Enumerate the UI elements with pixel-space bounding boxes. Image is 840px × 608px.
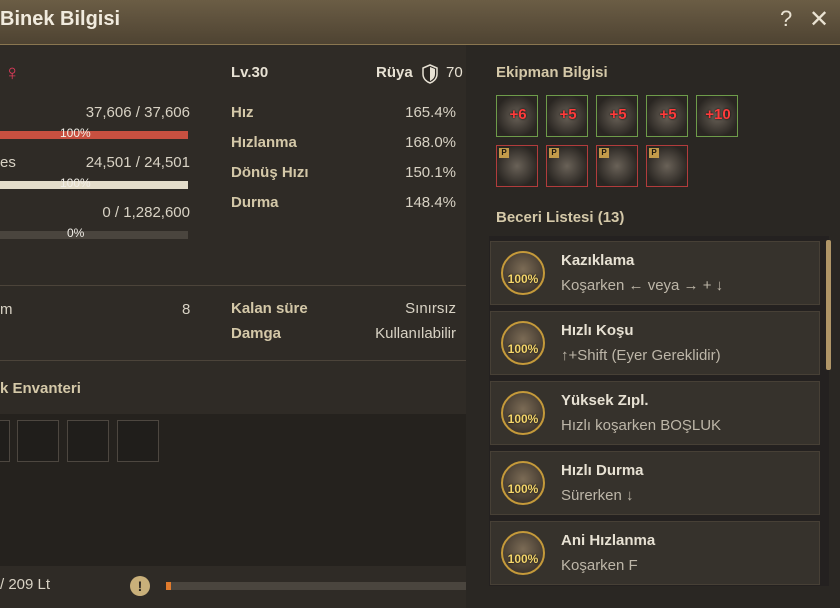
equip-slot-outfit-stirrups[interactable]: P: [596, 145, 638, 187]
ruya-value: 70: [446, 64, 463, 81]
skill-desc: Koşarken ← veya → + ↓: [561, 277, 724, 294]
brand-value: Kullanılabilir: [375, 325, 456, 342]
equip-slot-champron[interactable]: +5: [646, 95, 688, 137]
skill-name: Kazıklama: [561, 252, 635, 269]
skills-title: Beceri Listesi (13): [496, 209, 625, 226]
equip-slot-outfit-champron[interactable]: P: [646, 145, 688, 187]
divider: [0, 285, 466, 286]
skill-mastery: 100%: [507, 272, 539, 286]
equip-slot-outfit-barding[interactable]: P: [496, 145, 538, 187]
skill-mastery: 100%: [507, 552, 539, 566]
weight-bar: [166, 582, 466, 590]
pearl-badge: P: [499, 148, 509, 158]
stat-brake-label: Durma: [231, 194, 279, 211]
enhance-level: +5: [559, 106, 577, 123]
skill-name: Hızlı Koşu: [561, 322, 634, 339]
inventory-title: k Envanteri: [0, 380, 81, 397]
stat-accel-label: Hızlanma: [231, 134, 297, 151]
skill-item[interactable]: 100% Hızlı Durma Sürerken ↓: [490, 451, 820, 515]
female-icon: ♀: [4, 60, 21, 85]
shield-icon: [422, 64, 438, 84]
window-title: Binek Bilgisi: [0, 8, 121, 30]
enhance-level: +5: [609, 106, 627, 123]
skill-item[interactable]: 100% Yüksek Zıpl. Hızlı koşarken BOŞLUK: [490, 381, 820, 445]
skill-item[interactable]: 100% Ani Hızlanma Koşarken F: [490, 521, 820, 585]
inventory-slot[interactable]: [117, 420, 159, 462]
stat-brake-value: 148.4%: [405, 194, 456, 211]
skill-desc: Sürerken ↓: [561, 487, 634, 504]
skill-mastery: 100%: [507, 412, 539, 426]
skill-mastery: 100%: [507, 342, 539, 356]
skill-name: Yüksek Zıpl.: [561, 392, 649, 409]
equipment-title: Ekipman Bilgisi: [496, 64, 608, 81]
exp-value: 0 / 1,282,600: [102, 204, 190, 221]
pearl-badge: P: [549, 148, 559, 158]
brand-label: Damga: [231, 325, 282, 342]
hp-percent: 100%: [60, 126, 91, 140]
ruya-label: Rüya: [376, 64, 413, 81]
warning-icon[interactable]: !: [130, 576, 150, 596]
equip-slot-barding[interactable]: +5: [546, 95, 588, 137]
pearl-badge: P: [599, 148, 609, 158]
stat-speed-value: 165.4%: [405, 104, 456, 121]
remaining-time-label: Kalan süre: [231, 300, 308, 317]
hp-bar: [0, 131, 188, 139]
weight-bar-fill: [166, 582, 171, 590]
hp-value: 37,606 / 37,606: [85, 104, 190, 121]
skill-list-scrollbar[interactable]: [826, 240, 831, 370]
skill-desc: ↑+Shift (Eyer Gereklidir): [561, 347, 721, 364]
help-button[interactable]: ?: [780, 6, 792, 32]
stamina-percent: 100%: [60, 176, 91, 190]
equip-slot-outfit-saddle[interactable]: P: [546, 145, 588, 187]
skill-name: Ani Hızlanma: [561, 532, 656, 549]
stat-turn-label: Dönüş Hızı: [231, 164, 309, 181]
inventory-slot[interactable]: [0, 420, 10, 462]
misc-label: m: [0, 301, 13, 318]
stat-turn-value: 150.1%: [405, 164, 456, 181]
skill-item[interactable]: 100% Kazıklama Koşarken ← veya → + ↓: [490, 241, 820, 305]
mount-level: Lv.30: [231, 64, 269, 81]
title-bar: Binek Bilgisi ? ✕: [0, 0, 840, 45]
stamina-bar: [0, 181, 188, 189]
stamina-bar-fill: [0, 181, 188, 189]
enhance-level: +10: [705, 106, 731, 123]
hp-bar-fill: [0, 131, 188, 139]
inventory-slot[interactable]: [17, 420, 59, 462]
remaining-time-value: Sınırsız: [405, 300, 456, 317]
skill-item[interactable]: 100% Hızlı Koşu ↑+Shift (Eyer Gereklidir…: [490, 311, 820, 375]
skill-mastery: 100%: [507, 482, 539, 496]
pearl-badge: P: [649, 148, 659, 158]
skill-desc: Koşarken F: [561, 557, 638, 574]
inventory-slot[interactable]: [67, 420, 109, 462]
skill-name: Hızlı Durma: [561, 462, 644, 479]
stat-speed-label: Hız: [231, 104, 254, 121]
stat-accel-value: 168.0%: [405, 134, 456, 151]
weight-value: / 209 Lt: [0, 576, 51, 593]
exp-percent: 0%: [67, 226, 85, 240]
equip-slot-horseshoe[interactable]: +6: [496, 95, 538, 137]
skill-desc: Hızlı koşarken BOŞLUK: [561, 417, 722, 434]
equip-slot-saddle[interactable]: +5: [596, 95, 638, 137]
enhance-level: +6: [509, 106, 527, 123]
enhance-level: +5: [659, 106, 677, 123]
equip-slot-stirrups[interactable]: +10: [696, 95, 738, 137]
divider: [0, 360, 466, 361]
stamina-value: 24,501 / 24,501: [85, 154, 190, 171]
close-button[interactable]: ✕: [809, 5, 829, 34]
misc-value: 8: [182, 301, 191, 318]
exp-bar: [0, 231, 188, 239]
